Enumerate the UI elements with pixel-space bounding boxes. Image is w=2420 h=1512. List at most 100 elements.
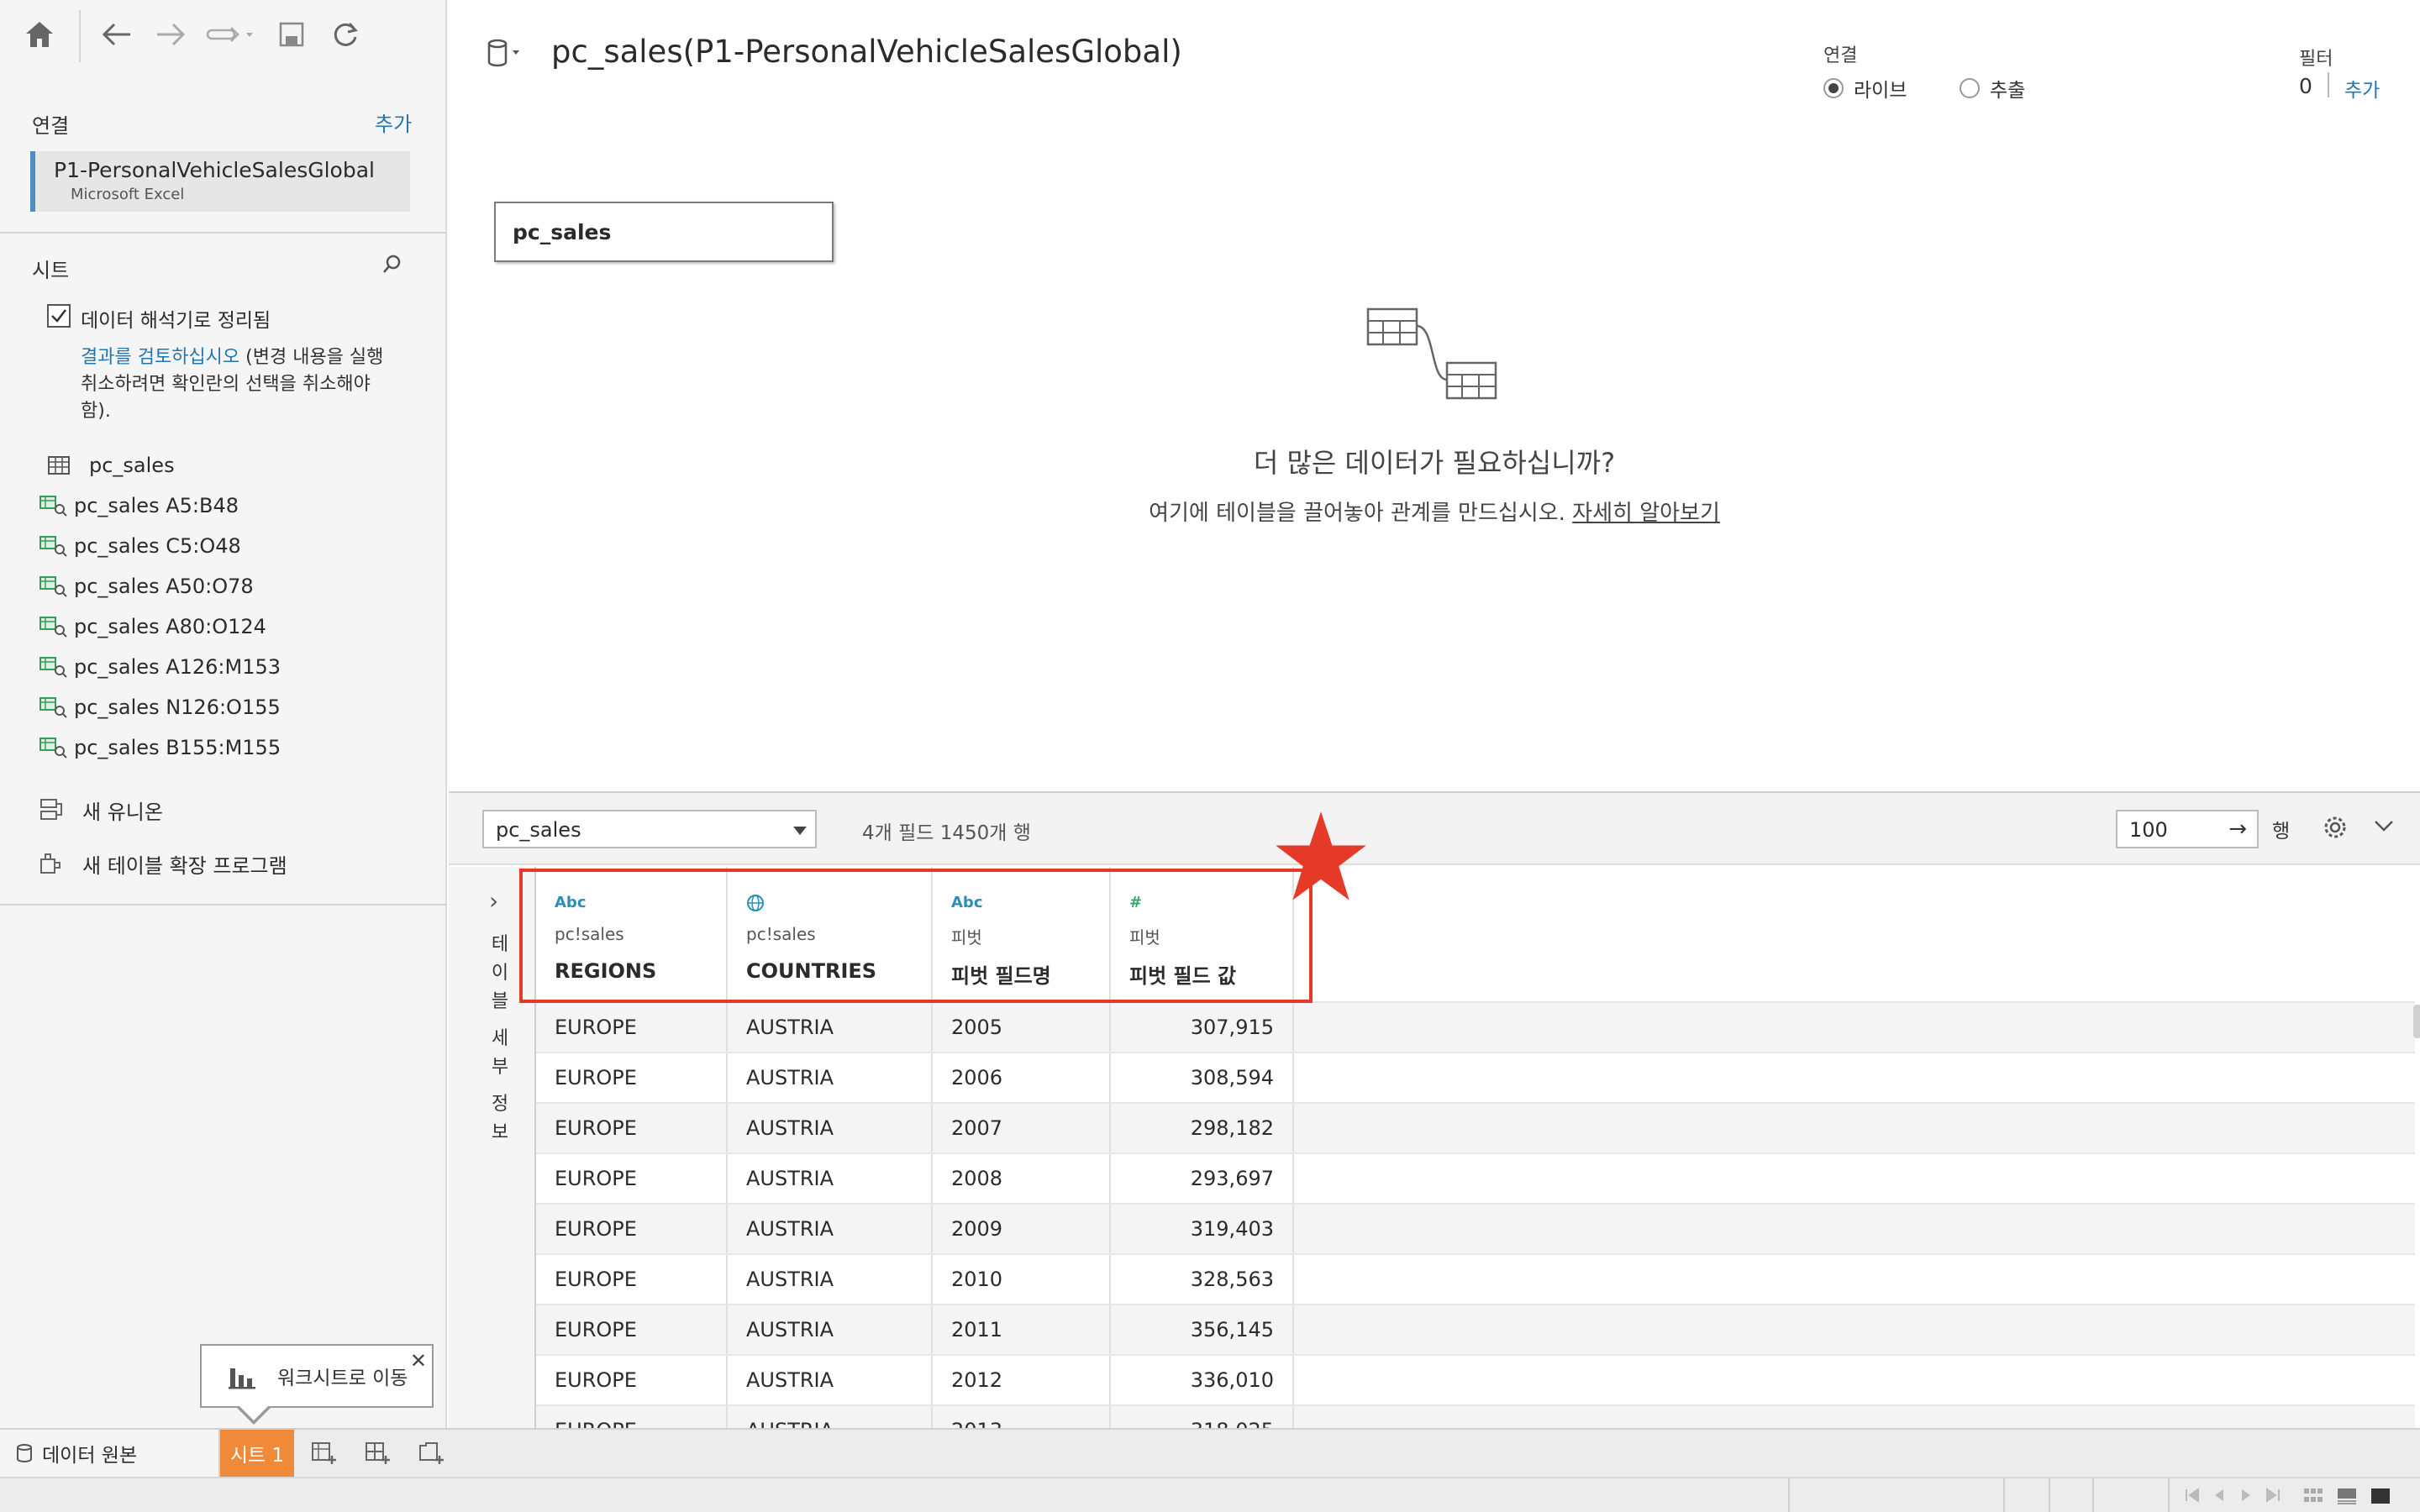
- table-row: EUROPE AUSTRIA 2006 308,594: [536, 1052, 2415, 1104]
- prev-sheet-icon[interactable]: [2210, 1487, 2228, 1507]
- chevron-down-icon[interactable]: [2373, 818, 2395, 837]
- home-icon[interactable]: [20, 15, 59, 54]
- column-header[interactable]: pc!sales COUNTRIES: [728, 867, 933, 1001]
- table-cell: AUSTRIA: [728, 1305, 933, 1356]
- table-row: EUROPE AUSTRIA 2007 298,182: [536, 1102, 2415, 1154]
- new-worksheet-icon[interactable]: [304, 1438, 343, 1468]
- live-radio[interactable]: 라이브: [1823, 74, 1907, 102]
- last-sheet-icon[interactable]: [2264, 1487, 2282, 1507]
- filters-label: 필터: [2299, 49, 2333, 70]
- tab-data-source[interactable]: 데이터 원본: [0, 1430, 220, 1477]
- sheet-item[interactable]: pc_sales A126:M153: [39, 650, 281, 684]
- globe-icon[interactable]: [746, 894, 765, 916]
- refresh-icon[interactable]: [326, 15, 365, 54]
- redo-dropdown-icon[interactable]: [202, 15, 260, 54]
- data-interpreter-checkbox[interactable]: [47, 304, 71, 328]
- column-name[interactable]: 피벗 필드 값: [1129, 959, 1236, 989]
- new-story-icon[interactable]: [412, 1438, 450, 1468]
- sheets-heading: 시트: [32, 259, 70, 282]
- sheet-item-label: pc_sales A50:O78: [74, 575, 254, 598]
- database-dropdown-icon[interactable]: [487, 39, 529, 72]
- data-source-canvas: pc_sales(P1-PersonalVehicleSalesGlobal) …: [449, 0, 2420, 791]
- table-details-rail[interactable]: › 테이블세부정보: [449, 867, 534, 1428]
- table-icon: [47, 453, 82, 478]
- status-bar: [0, 1477, 2420, 1512]
- search-icon[interactable]: [381, 254, 402, 279]
- bar-chart-icon: [227, 1362, 257, 1390]
- canvas-table-pc-sales[interactable]: pc_sales: [494, 202, 834, 262]
- table-cell: AUSTRIA: [728, 1356, 933, 1406]
- connection-item[interactable]: P1-PersonalVehicleSalesGlobal Microsoft …: [30, 151, 410, 212]
- toolbar-divider: [79, 10, 81, 62]
- tabs-view-icon[interactable]: [2370, 1487, 2391, 1509]
- tab-data-source-label: 데이터 원본: [42, 1445, 138, 1467]
- add-filter-link[interactable]: 추가: [2344, 74, 2380, 102]
- rows-count-input[interactable]: 100 →: [2116, 810, 2259, 848]
- table-cell: 356,145: [1111, 1305, 1294, 1356]
- new-table-extension-label: 새 테이블 확장 프로그램: [82, 853, 287, 878]
- sheet-sorter-icon[interactable]: [2302, 1487, 2324, 1509]
- table-select-dropdown[interactable]: pc_sales: [482, 810, 817, 848]
- sheet-item[interactable]: pc_sales A5:B48: [39, 489, 239, 522]
- new-table-extension-item[interactable]: 새 테이블 확장 프로그램: [39, 847, 287, 880]
- more-data-title: 더 많은 데이터가 필요하십니까?: [1253, 447, 1616, 479]
- sheet-item[interactable]: pc_sales N126:O155: [39, 690, 281, 724]
- column-source: pc!sales: [555, 924, 624, 944]
- learn-more-link[interactable]: 자세히 알아보기: [1572, 501, 1720, 526]
- forward-arrow-icon[interactable]: [151, 15, 190, 54]
- string-type-icon[interactable]: Abc: [555, 894, 587, 911]
- close-icon[interactable]: ✕: [410, 1349, 427, 1373]
- status-divider: [2049, 1478, 2050, 1512]
- tab-sheet-1[interactable]: 시트 1: [220, 1430, 294, 1477]
- sheet-item[interactable]: pc_sales: [47, 449, 175, 482]
- new-union-item[interactable]: 새 유니온: [39, 793, 163, 827]
- string-type-icon[interactable]: Abc: [951, 894, 983, 911]
- data-source-title[interactable]: pc_sales(P1-PersonalVehicleSalesGlobal): [551, 34, 1182, 70]
- rail-char: 정: [491, 1094, 509, 1115]
- radio-selected-icon: [1823, 78, 1844, 98]
- connections-heading: 연결: [32, 114, 70, 138]
- more-data-subtitle: 여기에 테이블을 끌어놓아 관계를 만드십시오. 자세히 알아보기: [449, 496, 2420, 527]
- sheet-item-label: pc_sales: [89, 454, 175, 477]
- table-cell: AUSTRIA: [728, 1255, 933, 1305]
- rail-char: 보: [491, 1122, 509, 1143]
- apply-arrow-icon[interactable]: →: [2228, 816, 2247, 842]
- first-sheet-icon[interactable]: [2183, 1487, 2202, 1507]
- column-source: 피벗: [951, 927, 982, 948]
- back-arrow-icon[interactable]: [97, 15, 136, 54]
- column-header[interactable]: # 피벗 피벗 필드 값: [1111, 867, 1294, 1001]
- gear-icon[interactable]: [2323, 815, 2348, 843]
- sheet-item[interactable]: pc_sales C5:O48: [39, 529, 241, 563]
- sheet-item[interactable]: pc_sales B155:M155: [39, 731, 281, 764]
- column-header[interactable]: Abc 피벗피벗 필드명: [933, 867, 1111, 1001]
- table-details-label: 테이블세부정보: [487, 931, 513, 1147]
- chevron-down-icon: [793, 827, 807, 835]
- rail-char: 테: [491, 934, 509, 955]
- status-divider: [2092, 1478, 2094, 1512]
- sheet-item[interactable]: pc_sales A80:O124: [39, 610, 266, 643]
- section-divider: [0, 232, 447, 234]
- filmstrip-icon[interactable]: [2336, 1487, 2358, 1509]
- named-range-icon: [39, 654, 74, 680]
- column-name[interactable]: 피벗 필드명: [951, 959, 1051, 989]
- save-icon[interactable]: [272, 15, 311, 54]
- table-cell: EUROPE: [536, 1305, 728, 1356]
- sheet-item[interactable]: pc_sales A50:O78: [39, 570, 254, 603]
- vertical-scrollbar[interactable]: [2413, 1005, 2420, 1038]
- add-connection-link[interactable]: 추가: [375, 108, 412, 137]
- grid-toolbar: pc_sales 4개 필드 1450개 행 100 → 행: [449, 791, 2420, 865]
- column-header[interactable]: Abc pc!sales REGIONS: [536, 867, 728, 1001]
- chevron-right-icon[interactable]: ›: [489, 887, 498, 915]
- table-cell: EUROPE: [536, 1104, 728, 1154]
- column-name[interactable]: REGIONS: [555, 959, 656, 983]
- review-results-link[interactable]: 결과를 검토하십시오: [81, 347, 239, 368]
- named-range-icon: [39, 533, 74, 559]
- rail-char: 이: [491, 963, 509, 984]
- go-to-worksheet-tooltip[interactable]: 워크시트로 이동 ✕: [200, 1344, 434, 1408]
- new-dashboard-icon[interactable]: [358, 1438, 397, 1468]
- next-sheet-icon[interactable]: [2237, 1487, 2255, 1507]
- data-interpreter-note: 결과를 검토하십시오 (변경 내용을 실행 취소하려면 확인란의 선택을 취소해…: [81, 344, 400, 425]
- extract-radio[interactable]: 추출: [1960, 74, 2025, 102]
- number-type-icon[interactable]: #: [1129, 894, 1142, 911]
- column-name[interactable]: COUNTRIES: [746, 959, 876, 983]
